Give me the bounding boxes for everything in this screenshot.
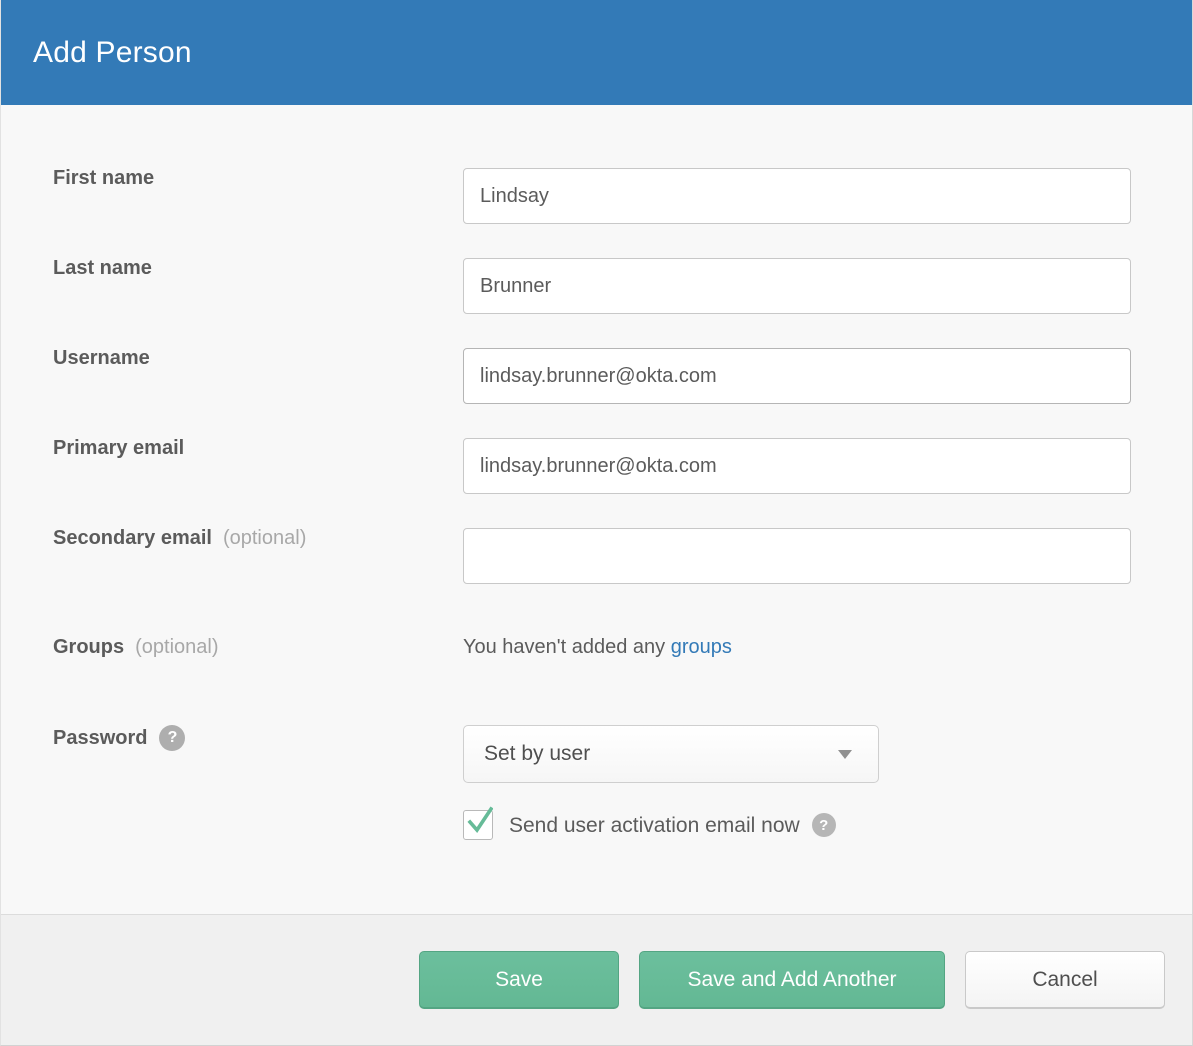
password-label-text: Password: [53, 728, 147, 748]
form-row-primary-email: Primary email: [1, 438, 1192, 494]
secondary-email-input[interactable]: [463, 528, 1131, 584]
secondary-email-field-area: [463, 528, 1160, 584]
form-row-activation: Send user activation email now ?: [1, 810, 1192, 840]
username-label-text: Username: [53, 348, 150, 368]
dialog-body: First name Last name Username: [1, 105, 1192, 914]
password-label: Password ?: [1, 725, 463, 751]
first-name-field-area: [463, 168, 1160, 224]
primary-email-label-text: Primary email: [53, 438, 184, 458]
secondary-email-label: Secondary email (optional): [1, 528, 463, 548]
username-label: Username: [1, 348, 463, 368]
username-input[interactable]: [463, 348, 1131, 404]
secondary-email-label-text: Secondary email: [53, 528, 212, 548]
primary-email-label: Primary email: [1, 438, 463, 458]
form-row-groups: Groups (optional) You haven't added any …: [1, 637, 1192, 657]
form-row-username: Username: [1, 348, 1192, 404]
password-field-area: Set by user: [463, 725, 1160, 783]
chevron-down-icon: [838, 750, 852, 759]
activation-field-area: Send user activation email now ?: [463, 810, 1160, 840]
dialog-footer: Save Save and Add Another Cancel: [1, 914, 1192, 1045]
groups-optional-tag: (optional): [135, 637, 218, 657]
save-button[interactable]: Save: [419, 951, 619, 1009]
send-activation-email-checkbox[interactable]: [463, 810, 493, 840]
last-name-input[interactable]: [463, 258, 1131, 314]
primary-email-field-area: [463, 438, 1160, 494]
groups-label: Groups (optional): [1, 637, 463, 657]
page-title: Add Person: [33, 36, 192, 70]
save-and-add-another-button[interactable]: Save and Add Another: [639, 951, 945, 1009]
activation-checkbox-row: Send user activation email now ?: [463, 810, 1160, 840]
form-row-last-name: Last name: [1, 258, 1192, 314]
help-icon[interactable]: ?: [812, 813, 836, 837]
primary-email-input[interactable]: [463, 438, 1131, 494]
last-name-label: Last name: [1, 258, 463, 278]
dialog-header: Add Person: [1, 0, 1192, 105]
cancel-button[interactable]: Cancel: [965, 951, 1165, 1009]
form-row-password: Password ? Set by user: [1, 725, 1192, 783]
last-name-field-area: [463, 258, 1160, 314]
groups-label-text: Groups: [53, 637, 124, 657]
password-type-select[interactable]: Set by user: [463, 725, 879, 783]
groups-link[interactable]: groups: [671, 636, 732, 658]
groups-empty-text: You haven't added any: [463, 636, 665, 658]
help-icon[interactable]: ?: [159, 725, 185, 751]
last-name-label-text: Last name: [53, 258, 152, 278]
password-type-selected-value: Set by user: [484, 742, 838, 766]
groups-field-area: You haven't added any groups: [463, 637, 1160, 657]
secondary-email-optional-tag: (optional): [223, 528, 306, 548]
first-name-input[interactable]: [463, 168, 1131, 224]
groups-empty-message: You haven't added any groups: [463, 637, 1160, 657]
form-row-secondary-email: Secondary email (optional): [1, 528, 1192, 584]
username-field-area: [463, 348, 1160, 404]
add-person-dialog: Add Person First name Last name Username: [0, 0, 1193, 1046]
checkmark-icon: [467, 806, 493, 836]
form-row-first-name: First name: [1, 168, 1192, 224]
send-activation-email-label: Send user activation email now: [509, 815, 800, 836]
first-name-label: First name: [1, 168, 463, 188]
first-name-label-text: First name: [53, 168, 154, 188]
